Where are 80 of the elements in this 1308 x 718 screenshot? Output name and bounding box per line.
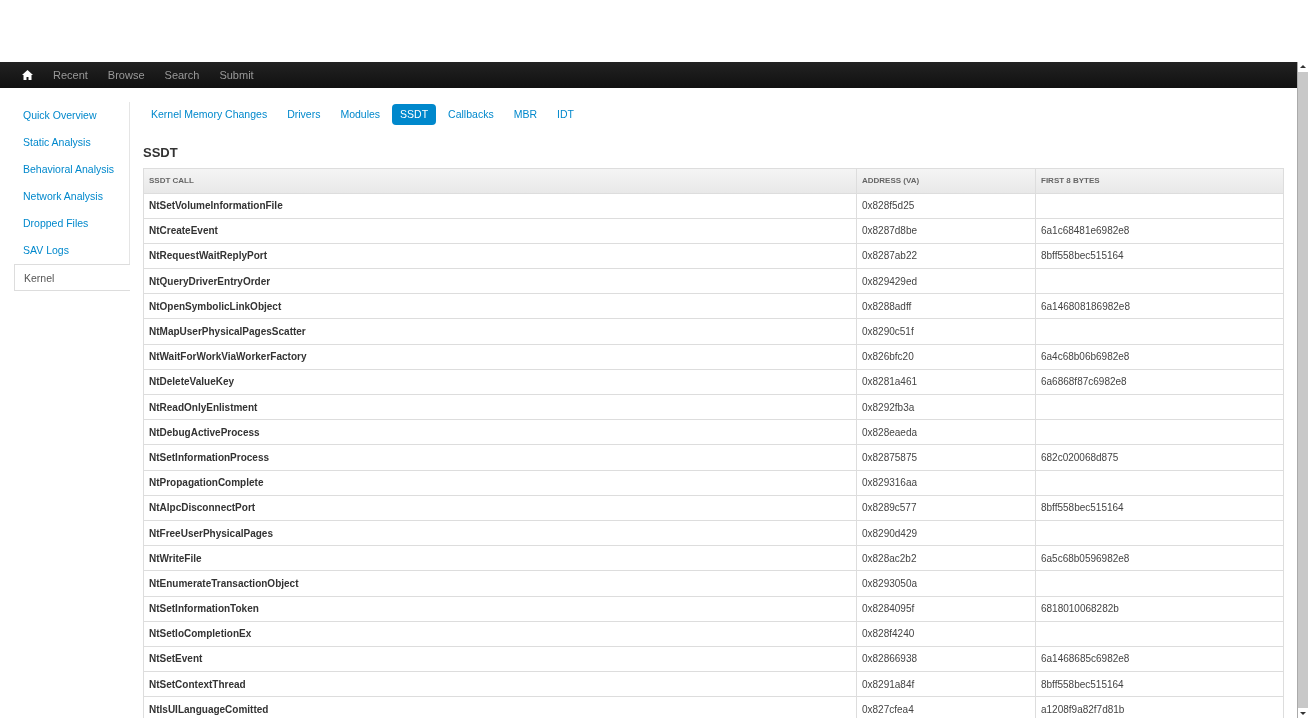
sidebar-item[interactable]: Quick Overview [14, 102, 129, 129]
table-cell: 0x826bfc20 [862, 351, 914, 363]
table-cell: NtOpenSymbolicLinkObject [149, 300, 282, 312]
tab[interactable]: IDT [549, 103, 582, 125]
table-cell: 8bff558bec515164 [1041, 250, 1124, 262]
table-cell: NtCreateEvent [149, 225, 218, 237]
column-header: SSDT CALL [143, 168, 857, 193]
nav-link[interactable]: Recent [53, 66, 88, 84]
tab[interactable]: Callbacks [440, 103, 502, 125]
sidebar-item[interactable]: Static Analysis [14, 129, 129, 156]
section-title: SSDT [143, 144, 179, 162]
table-cell: 0x8290d429 [862, 527, 918, 539]
table-cell: NtSetInformationToken [149, 603, 259, 615]
table-cell: a1208f9a82f7d81b [1041, 703, 1125, 715]
sidebar-item[interactable]: Kernel [14, 264, 130, 291]
table-cell: 0x829316aa [862, 477, 918, 489]
nav-link[interactable]: Browse [107, 66, 145, 84]
scroll-up-icon[interactable] [1298, 62, 1308, 72]
table-cell: 0x8288adff [862, 300, 912, 312]
table-cell: NtMapUserPhysicalPagesScatter [149, 326, 306, 338]
table-cell: 0x8293050a [862, 577, 918, 589]
table-cell: NtSetIoCompletionEx [149, 628, 252, 640]
table-cell: NtSetVolumeInformationFile [149, 200, 283, 212]
table-cell: NtSetEvent [149, 653, 203, 665]
table-cell: NtWriteFile [149, 552, 202, 564]
table-cell: NtEnumerateTransactionObject [149, 577, 299, 589]
tab[interactable]: Drivers [279, 103, 329, 125]
nav-link[interactable]: Search [164, 66, 200, 84]
nav-link[interactable]: Submit [219, 66, 254, 84]
table-cell: 6a146808186982e8 [1041, 300, 1130, 312]
tab[interactable]: SSDT [392, 103, 437, 125]
table-cell: NtReadOnlyEnlistment [149, 401, 258, 413]
table-cell: 0x8290c51f [862, 326, 914, 338]
sidebar-item[interactable]: Network Analysis [14, 183, 129, 210]
table-cell: 0x8291a84f [862, 678, 915, 690]
table-cell: 0x828eaeda [862, 426, 918, 438]
tab[interactable]: Kernel Memory Changes [143, 103, 276, 125]
table-cell: 0x8289c577 [862, 502, 917, 514]
table-cell: 0x82866938 [862, 653, 918, 665]
table-cell: NtSetContextThread [149, 678, 246, 690]
table-cell: NtSetInformationProcess [149, 451, 270, 463]
table-cell: 6a4c68b06b6982e8 [1041, 351, 1130, 363]
scroll-down-icon[interactable] [1298, 708, 1308, 718]
table-cell: 0x828f4240 [862, 628, 915, 640]
column-header: ADDRESS (VA) [856, 168, 1036, 193]
table-cell: 8bff558bec515164 [1041, 502, 1124, 514]
table-cell: 8bff558bec515164 [1041, 678, 1124, 690]
table-cell: 0x827cfea4 [862, 703, 914, 715]
table-cell: 682c020068d875 [1041, 451, 1119, 463]
table-cell: NtFreeUserPhysicalPages [149, 527, 273, 539]
table-cell: 0x8292fb3a [862, 401, 915, 413]
sidebar-item[interactable]: Dropped Files [14, 210, 129, 237]
table-cell: 6818010068282b [1041, 603, 1119, 615]
table-cell: 0x8284095f [862, 603, 915, 615]
home-icon[interactable] [22, 70, 33, 80]
tab[interactable]: Modules [332, 103, 389, 125]
table-cell: NtPropagationComplete [149, 477, 264, 489]
sidebar-item[interactable]: Behavioral Analysis [14, 156, 129, 183]
table-cell: 0x828ac2b2 [862, 552, 917, 564]
table-cell: 6a5c68b0596982e8 [1041, 552, 1130, 564]
table-cell: NtIsUILanguageComitted [149, 703, 269, 715]
table-cell: NtDeleteValueKey [149, 376, 235, 388]
table-cell: 0x8287ab22 [862, 250, 918, 262]
table-cell: NtQueryDriverEntryOrder [149, 275, 271, 287]
table-cell: NtRequestWaitReplyPort [149, 250, 267, 262]
table-cell: NtAlpcDisconnectPort [149, 502, 256, 514]
table-cell: 0x829429ed [862, 275, 918, 287]
sidebar-item[interactable]: SAV Logs [14, 237, 129, 264]
table-cell: 6a6868f87c6982e8 [1041, 376, 1127, 388]
column-header: FIRST 8 BYTES [1035, 168, 1284, 193]
table-cell: 0x828f5d25 [862, 200, 915, 212]
tab[interactable]: MBR [505, 103, 545, 125]
table-cell: 0x82875875 [862, 451, 918, 463]
table-cell: 6a1468685c6982e8 [1041, 653, 1130, 665]
table-cell: NtWaitForWorkViaWorkerFactory [149, 351, 307, 363]
table-cell: NtDebugActiveProcess [149, 426, 260, 438]
table-cell: 0x8287d8be [862, 225, 918, 237]
table-cell: 0x8281a461 [862, 376, 918, 388]
table-cell: 6a1c68481e6982e8 [1041, 225, 1130, 237]
scrollbar[interactable] [1297, 62, 1308, 718]
